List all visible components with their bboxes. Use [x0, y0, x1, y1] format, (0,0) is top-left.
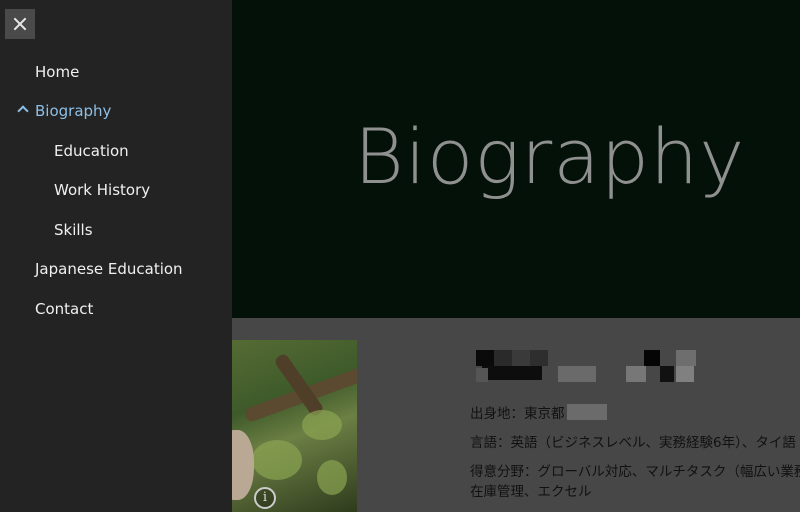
- bio-content: i 出身地：東京都 言語：英語（ビジネスレベル、実務経験6年）、タイ語 得意分野…: [232, 318, 800, 512]
- sidebar-item-skills[interactable]: Skills: [54, 221, 93, 239]
- close-icon[interactable]: [5, 9, 35, 39]
- sidebar-item-education[interactable]: Education: [54, 142, 129, 160]
- sidebar-item-japanese-education[interactable]: Japanese Education: [35, 260, 183, 278]
- hero-title: Biography: [354, 112, 746, 201]
- profile-photo: i: [232, 340, 357, 512]
- sidebar-menu: Home Biography Education Work History Sk…: [0, 0, 232, 512]
- specialty-text-1: 得意分野：グローバル対応、マルチタスク（幅広い業務: [470, 464, 800, 480]
- specialty-text-2: 在庫管理、エクセル: [470, 484, 592, 500]
- sidebar-item-biography[interactable]: Biography: [35, 102, 111, 120]
- sidebar-item-contact[interactable]: Contact: [35, 300, 93, 318]
- language-text: 言語：英語（ビジネスレベル、実務経験6年）、タイ語: [470, 435, 796, 451]
- chevron-up-icon[interactable]: [18, 104, 28, 114]
- bio-details: 出身地：東京都 言語：英語（ビジネスレベル、実務経験6年）、タイ語 得意分野：グ…: [470, 402, 800, 509]
- sidebar-item-work-history[interactable]: Work History: [54, 181, 150, 199]
- info-icon[interactable]: i: [254, 487, 276, 509]
- sidebar-item-home[interactable]: Home: [35, 63, 79, 81]
- birthplace-text: 出身地：東京都: [470, 402, 800, 422]
- hero-banner: Biography: [232, 0, 800, 318]
